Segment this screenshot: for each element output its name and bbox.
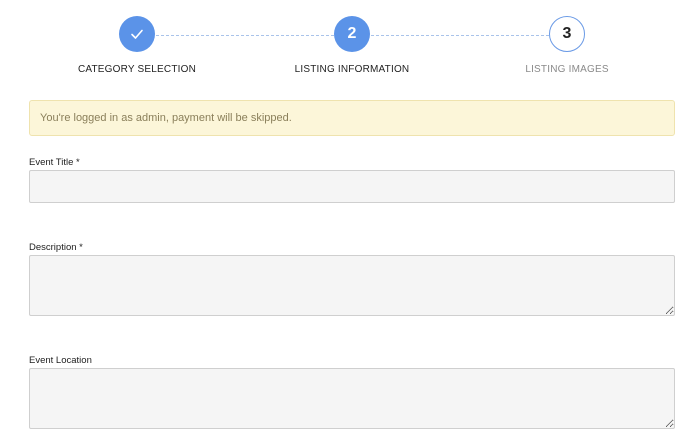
description-label: Description * bbox=[29, 242, 83, 253]
step-listing-information[interactable]: 2 LISTING INFORMATION bbox=[262, 16, 442, 75]
step-2-circle: 2 bbox=[334, 16, 370, 52]
step-2-label: LISTING INFORMATION bbox=[294, 64, 410, 75]
event-location-textarea[interactable] bbox=[29, 368, 675, 429]
event-title-label: Event Title * bbox=[29, 157, 80, 168]
progress-stepper: CATEGORY SELECTION 2 LISTING INFORMATION… bbox=[0, 0, 700, 90]
step-3-label: LISTING IMAGES bbox=[525, 64, 609, 75]
step-category-selection[interactable]: CATEGORY SELECTION bbox=[47, 16, 227, 75]
admin-payment-alert: You're logged in as admin, payment will … bbox=[29, 100, 675, 136]
step-listing-images[interactable]: 3 LISTING IMAGES bbox=[477, 16, 657, 75]
step-3-circle: 3 bbox=[549, 16, 585, 52]
description-textarea[interactable] bbox=[29, 255, 675, 316]
step-1-label: CATEGORY SELECTION bbox=[77, 64, 197, 75]
alert-text: You're logged in as admin, payment will … bbox=[40, 112, 292, 124]
check-icon bbox=[131, 29, 143, 39]
event-title-input[interactable] bbox=[29, 170, 675, 203]
event-location-label: Event Location bbox=[29, 355, 92, 366]
step-1-circle bbox=[119, 16, 155, 52]
